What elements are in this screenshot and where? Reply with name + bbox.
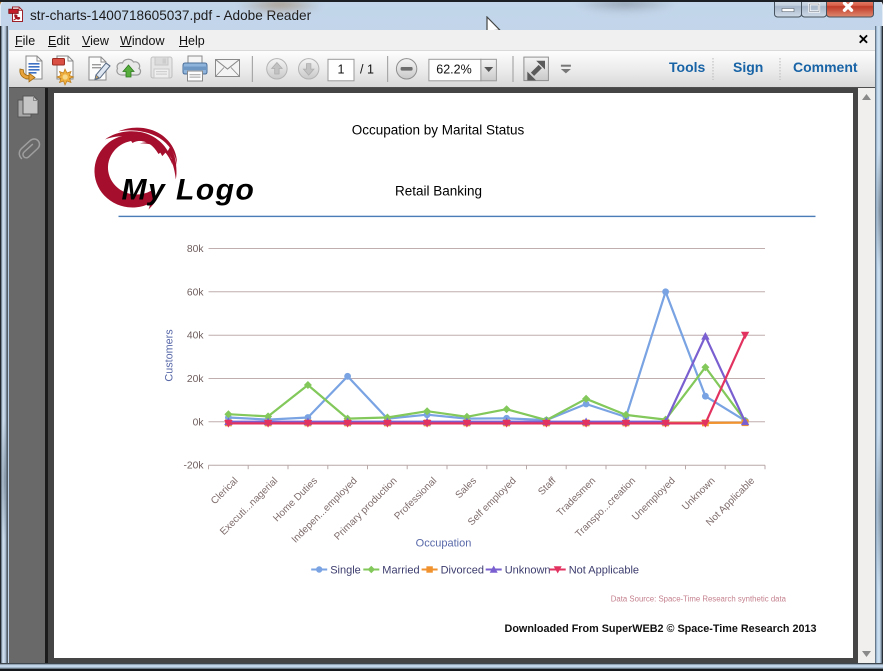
svg-text:Data Source: Space-Time Resear: Data Source: Space-Time Research synthet… — [610, 594, 786, 603]
svg-text:Divorced: Divorced — [440, 564, 483, 576]
svg-text:Professional: Professional — [392, 475, 439, 522]
svg-text:Occupation: Occupation — [415, 537, 471, 549]
svg-text:Indepen...employed: Indepen...employed — [289, 475, 359, 545]
svg-text:80k: 80k — [186, 244, 203, 255]
svg-text:Unknown: Unknown — [680, 475, 717, 512]
svg-text:1: 1 — [338, 63, 345, 77]
svg-text:40k: 40k — [186, 330, 203, 341]
svg-text:Sales: Sales — [453, 475, 478, 500]
svg-text:62.2%: 62.2% — [436, 63, 471, 77]
svg-text:Occupation by Marital Status: Occupation by Marital Status — [351, 122, 524, 137]
svg-text:0k: 0k — [192, 417, 204, 428]
svg-text:Married: Married — [382, 564, 419, 576]
svg-text:My Logo: My Logo — [121, 173, 255, 206]
svg-text:/ 1: / 1 — [360, 63, 374, 77]
svg-text:Customers: Customers — [163, 328, 175, 381]
svg-text:Staff: Staff — [536, 475, 558, 497]
svg-text:Unknown: Unknown — [504, 564, 550, 576]
svg-text:Single: Single — [330, 564, 361, 576]
svg-text:Downloaded From SuperWEB2 © Sp: Downloaded From SuperWEB2 © Space-Time R… — [504, 623, 816, 635]
svg-text:Clerical: Clerical — [209, 475, 240, 506]
svg-text:Not Applicable: Not Applicable — [568, 564, 638, 576]
svg-text:Tradesmen: Tradesmen — [554, 475, 597, 518]
svg-text:Retail Banking: Retail Banking — [394, 183, 481, 198]
svg-text:-20k: -20k — [183, 460, 204, 471]
svg-text:20k: 20k — [186, 374, 203, 385]
svg-text:60k: 60k — [186, 287, 203, 298]
